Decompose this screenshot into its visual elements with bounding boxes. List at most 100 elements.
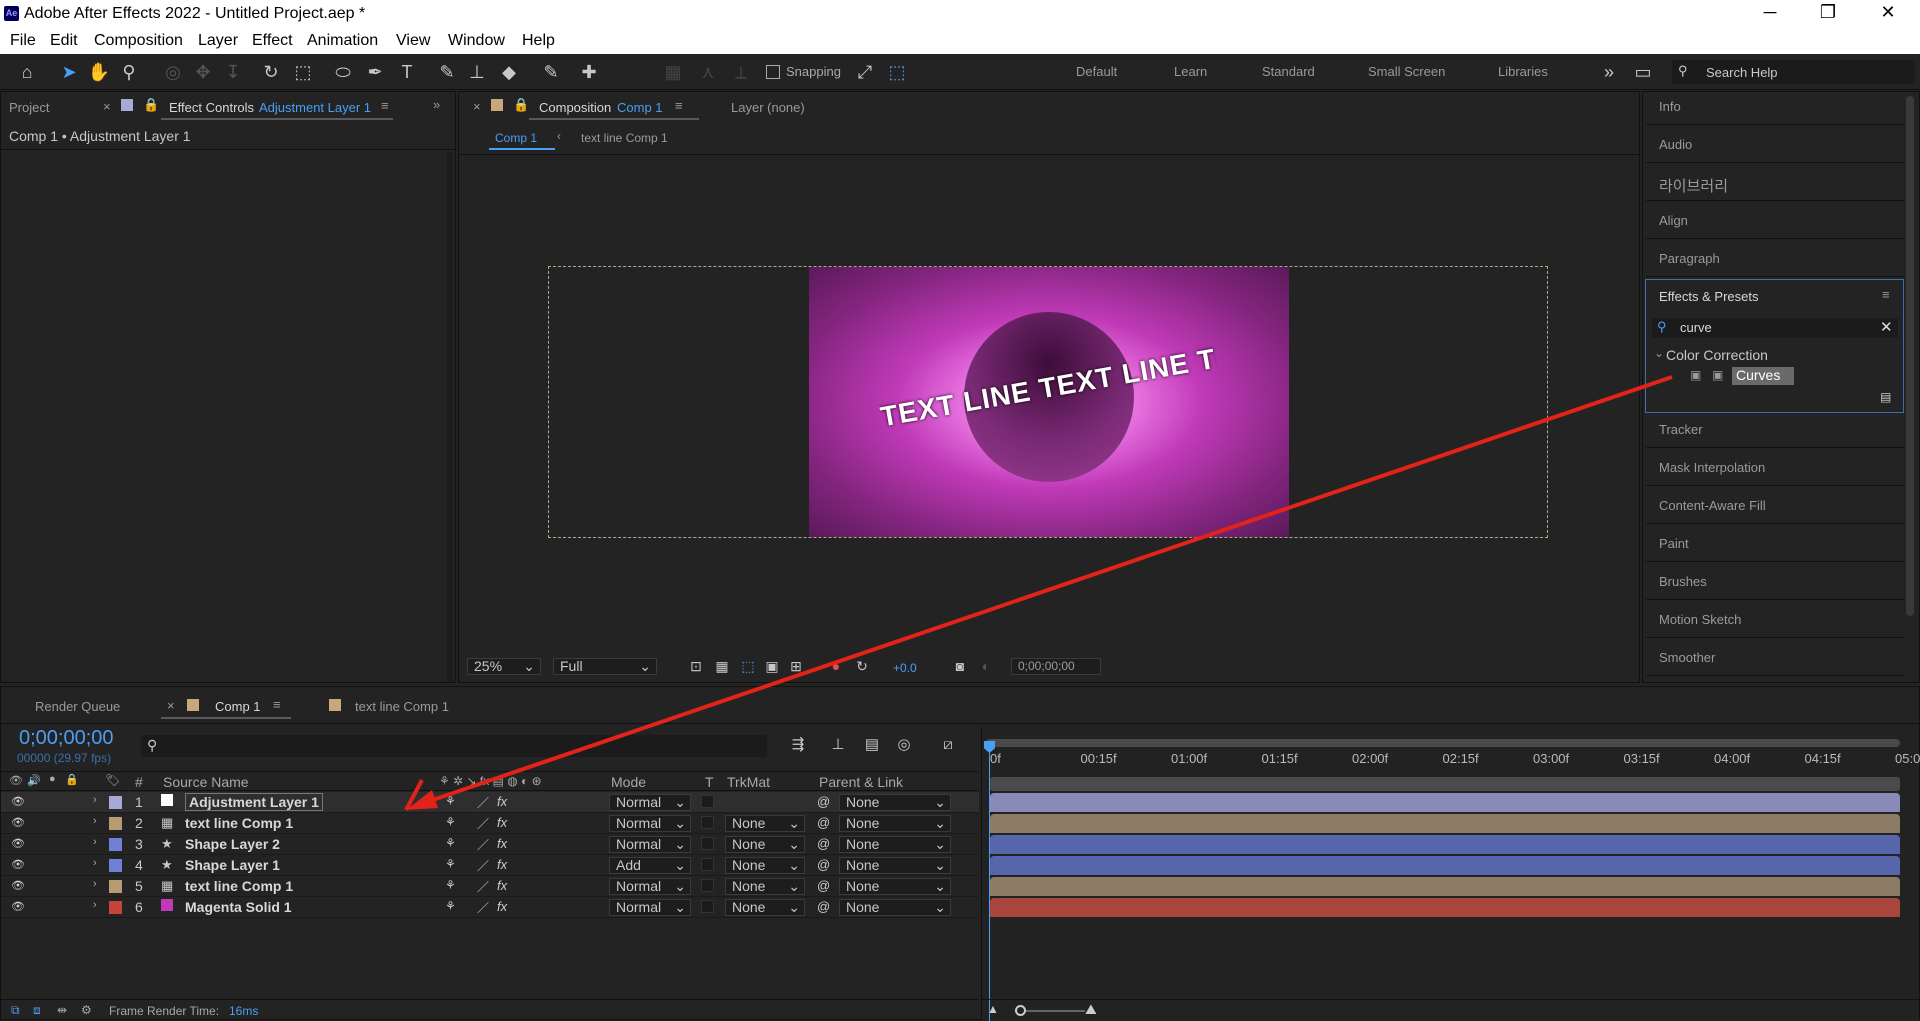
zoom-select[interactable]: 25% ⌄ xyxy=(467,658,541,675)
playhead-line[interactable] xyxy=(989,743,990,1021)
mode-select[interactable]: Normal ⌄ xyxy=(609,878,691,895)
tab-comp1[interactable]: Comp 1 xyxy=(215,699,261,714)
parent-select[interactable]: None ⌄ xyxy=(839,878,951,895)
panel-content-aware-fill[interactable]: Content-Aware Fill xyxy=(1646,490,1904,524)
parent-select[interactable]: None ⌄ xyxy=(839,857,951,874)
label-color-swatch[interactable] xyxy=(109,901,122,914)
layer-duration-bar[interactable] xyxy=(990,793,1900,812)
close-icon[interactable]: × xyxy=(473,99,481,114)
label-tag-icon[interactable]: 🏷 xyxy=(105,773,120,787)
panel-paragraph[interactable]: Paragraph xyxy=(1646,243,1904,277)
effects-category[interactable]: Color Correction xyxy=(1666,347,1768,363)
menu-file[interactable]: File xyxy=(10,32,36,50)
transparency-grid-icon[interactable]: ▦ xyxy=(709,654,735,678)
trkmat-select[interactable]: None ⌄ xyxy=(725,815,805,832)
type-tool-icon[interactable]: T xyxy=(394,60,420,84)
expand-arrow-icon[interactable]: › xyxy=(93,899,97,911)
workspace-small-screen[interactable]: Small Screen xyxy=(1368,64,1445,79)
tab-effect-controls[interactable]: Effect Controls xyxy=(169,100,254,115)
quality-switch-icon[interactable]: ／ xyxy=(477,836,489,853)
layer-row[interactable]: 👁 › 1 Adjustment Layer 1 ⚘ ／ fx Normal ⌄ @ None ⌄ xyxy=(1,792,979,813)
shy-switch-icon[interactable]: ⚘ xyxy=(445,836,456,850)
layer-row[interactable]: 👁 › 2 ▦ text line Comp 1 ⚘ ／ fx Normal ⌄ None ⌄ @ Non… xyxy=(1,813,979,834)
mode-select[interactable]: Normal ⌄ xyxy=(609,815,691,832)
col-trkmat[interactable]: TrkMat xyxy=(727,774,770,790)
exposure-value[interactable]: +0.0 xyxy=(893,661,917,675)
shy-switch-icon[interactable]: ⚘ xyxy=(445,794,456,808)
panel-menu-icon[interactable]: ≡ xyxy=(1882,287,1890,302)
menu-view[interactable]: View xyxy=(396,32,430,50)
expand-arrow-icon[interactable]: › xyxy=(93,836,97,848)
grid-guides-icon[interactable]: ⊞ xyxy=(783,654,809,678)
show-snapshot-icon[interactable]: ◐ xyxy=(973,654,999,678)
draft-3d-icon[interactable]: ⊥ xyxy=(825,733,851,757)
parent-select[interactable]: None ⌄ xyxy=(839,836,951,853)
workspace-standard[interactable]: Standard xyxy=(1262,64,1315,79)
panel-audio[interactable]: Audio xyxy=(1646,129,1904,163)
col-parent-link[interactable]: Parent & Link xyxy=(819,774,903,790)
chevron-down-icon[interactable]: ⌄ xyxy=(1654,346,1664,360)
preserve-transparency-checkbox[interactable] xyxy=(701,879,714,892)
dolly-tool-icon[interactable]: ↧ xyxy=(220,60,246,84)
layer-row[interactable]: 👁 › 5 ▦ text line Comp 1 ⚘ ／ fx Normal ⌄ None ⌄ @ Non… xyxy=(1,876,979,897)
snapshot-icon[interactable]: ◙ xyxy=(947,654,973,678)
preserve-transparency-checkbox[interactable] xyxy=(701,816,714,829)
zoom-in-icon[interactable]: ⛰ xyxy=(1085,1001,1097,1018)
region-of-interest-icon[interactable]: ▣ xyxy=(759,654,785,678)
pan-tool-icon[interactable]: ✥ xyxy=(190,60,216,84)
col-mode[interactable]: Mode xyxy=(611,774,646,790)
toggle-switches-icon[interactable]: ⧉ xyxy=(11,1003,20,1018)
lock-icon[interactable]: 🔒 xyxy=(65,773,79,786)
snapping-checkbox[interactable] xyxy=(766,65,780,79)
mode-select[interactable]: Normal ⌄ xyxy=(609,836,691,853)
expand-arrow-icon[interactable]: › xyxy=(93,857,97,869)
layer-duration-bar[interactable] xyxy=(990,898,1900,917)
label-color-swatch[interactable] xyxy=(109,859,122,872)
layer-row[interactable]: 👁 › 3 ★ Shape Layer 2 ⚘ ／ fx Normal ⌄ None ⌄ @ None ⌄ xyxy=(1,834,979,855)
clear-search-icon[interactable]: ✕ xyxy=(1880,318,1893,336)
clone-stamp-icon[interactable]: ⊥ xyxy=(464,60,490,84)
quality-switch-icon[interactable]: ／ xyxy=(477,794,489,811)
comp-mini-flowchart-icon[interactable]: ⇶ xyxy=(785,733,811,757)
time-ruler[interactable]: 0f 00:15f 01:00f 01:15f 02:00f 02:15f 03:00f 03… xyxy=(982,749,1920,769)
layer-row[interactable]: 👁 › 6 Magenta Solid 1 ⚘ ／ fx Normal ⌄ None ⌄ @ None ⌄ xyxy=(1,897,979,918)
effects-search-field[interactable]: ⚲ curve ✕ xyxy=(1652,318,1898,338)
trkmat-select[interactable]: None ⌄ xyxy=(725,857,805,874)
close-icon[interactable]: × xyxy=(103,99,111,114)
layer-name[interactable]: Magenta Solid 1 xyxy=(185,899,292,915)
minimize-icon[interactable]: ─ xyxy=(1750,2,1790,26)
shy-switch-icon[interactable]: ⚘ xyxy=(445,857,456,871)
eye-icon[interactable]: 👁 xyxy=(11,795,25,808)
expand-arrow-icon[interactable]: › xyxy=(93,815,97,827)
align-icon[interactable]: ▦ xyxy=(660,60,686,84)
lock-icon[interactable]: 🔒 xyxy=(513,97,529,113)
eye-icon[interactable]: 👁 xyxy=(11,816,25,829)
search-help-field[interactable]: ⚲ Search Help xyxy=(1672,60,1915,84)
new-preset-icon[interactable]: ▤ xyxy=(1880,390,1891,404)
audio-toggle-icon[interactable]: 🔊 xyxy=(27,774,41,787)
mode-select[interactable]: Normal ⌄ xyxy=(609,899,691,916)
parent-select[interactable]: None ⌄ xyxy=(839,815,951,832)
duration-bar[interactable] xyxy=(990,777,1900,791)
tab-layer[interactable]: Layer (none) xyxy=(731,100,805,115)
fx-switch-icon[interactable]: fx xyxy=(497,794,507,809)
layer-name[interactable]: Shape Layer 1 xyxy=(185,857,280,873)
channel-icon[interactable]: ● xyxy=(823,654,849,678)
panel-brushes[interactable]: Brushes xyxy=(1646,566,1904,600)
label-color-swatch[interactable] xyxy=(109,880,122,893)
quality-switch-icon[interactable]: ／ xyxy=(477,857,489,874)
fx-switch-icon[interactable]: fx xyxy=(497,878,507,893)
preserve-transparency-checkbox[interactable] xyxy=(701,858,714,871)
zoom-tool-icon[interactable]: ⚲ xyxy=(116,60,142,84)
layer-duration-bar[interactable] xyxy=(990,814,1900,833)
timeline-timecode[interactable]: 0;00;00;00 xyxy=(19,727,114,750)
parent-select[interactable]: None ⌄ xyxy=(839,794,951,811)
local-axis-icon[interactable]: ⋏ xyxy=(695,60,721,84)
panel-libraries-kr[interactable]: 라이브러리 xyxy=(1646,167,1904,201)
tab-project[interactable]: Project xyxy=(9,100,49,115)
comp-subtab-text-line[interactable]: text line Comp 1 xyxy=(581,131,668,145)
color-management-icon[interactable]: ↻ xyxy=(849,654,875,678)
layer-duration-bar[interactable] xyxy=(990,877,1900,896)
workspace-libraries[interactable]: Libraries xyxy=(1498,64,1548,79)
expand-arrow-icon[interactable]: › xyxy=(93,878,97,890)
